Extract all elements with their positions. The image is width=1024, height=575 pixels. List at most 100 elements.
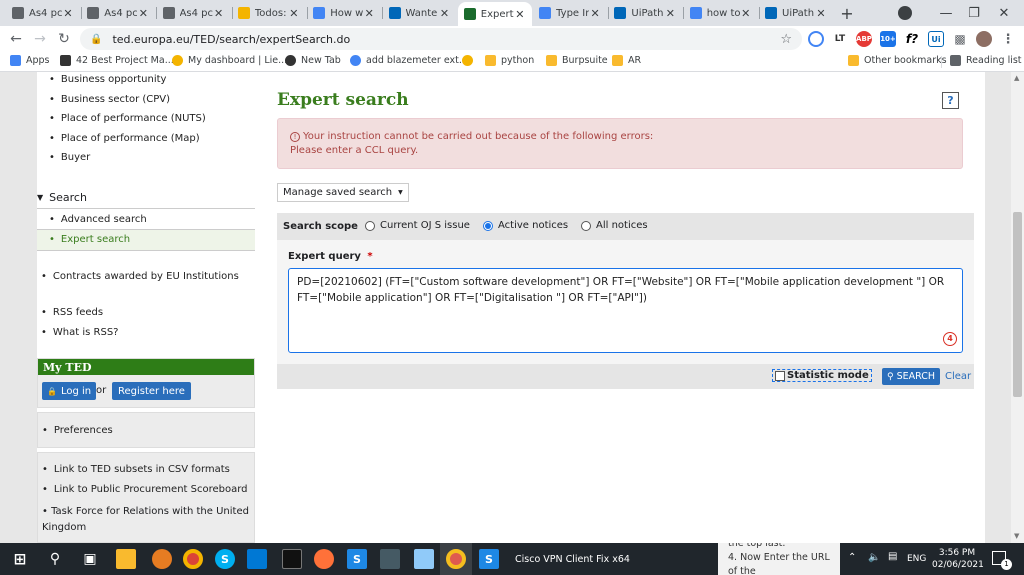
browser-tab[interactable]: As4 pc ✕	[157, 2, 231, 24]
what-is-rss-link[interactable]: What is RSS?	[41, 327, 119, 338]
preferences-link[interactable]: Preferences	[42, 425, 113, 436]
tab-search-icon[interactable]	[898, 6, 912, 20]
login-button[interactable]: 🔒 Log in	[42, 382, 97, 400]
bookmark-item[interactable]: 42 Best Project Ma...	[60, 55, 174, 66]
statistic-mode-toggle[interactable]: Statistic mode	[772, 369, 872, 382]
register-button[interactable]: Register here	[112, 382, 191, 400]
bookmark-item[interactable]: New Tab	[285, 55, 341, 66]
close-window-icon[interactable]: ✕	[984, 0, 1024, 26]
browser-tab[interactable]: Wante ✕	[383, 2, 457, 24]
tab-close-icon[interactable]: ✕	[137, 7, 149, 20]
tab-close-icon[interactable]: ✕	[62, 7, 74, 20]
uk-taskforce-link[interactable]: • Task Force for Relations with the Unit…	[42, 504, 252, 536]
bookmark-item[interactable]: My dashboard | Lie...	[172, 55, 287, 66]
back-icon[interactable]: ←	[6, 29, 26, 49]
browser-tab[interactable]: How w ✕	[307, 2, 381, 24]
search-button[interactable]: ⚲ SEARCH	[882, 368, 941, 385]
expert-search-link[interactable]: Expert search	[49, 234, 130, 245]
app-icon-blue-s[interactable]: S	[347, 549, 367, 569]
bookmark-item[interactable]: Other bookmarks	[848, 55, 947, 66]
expert-query-textarea[interactable]: PD=[20210602] (FT=["Custom software deve…	[288, 268, 963, 353]
scrollbar-thumb[interactable]	[1013, 212, 1022, 397]
extension-icon-5[interactable]: f?	[904, 31, 920, 47]
terminal-icon[interactable]	[282, 549, 302, 569]
radio-selected-icon[interactable]	[483, 220, 493, 231]
tab-close-icon[interactable]: ✕	[664, 7, 676, 20]
bookmark-item[interactable]: Reading list	[950, 55, 1022, 66]
tab-close-icon[interactable]: ✕	[514, 8, 526, 21]
scroll-up-icon[interactable]: ▲	[1014, 74, 1019, 82]
scope-active-notices[interactable]: Active notices	[483, 220, 568, 231]
scroll-down-icon[interactable]: ▼	[1014, 532, 1019, 540]
clock[interactable]: 3:56 PM 02/06/2021	[932, 547, 984, 571]
menu-kebab-icon[interactable]: ⋮	[1000, 31, 1016, 47]
active-window-title[interactable]: Cisco VPN Client Fix x64	[515, 554, 630, 565]
language-indicator[interactable]: ENG	[907, 554, 926, 564]
bookmark-item[interactable]	[462, 55, 478, 66]
advanced-search-link[interactable]: Advanced search	[49, 214, 147, 225]
file-explorer-icon[interactable]	[116, 549, 136, 569]
sidebar-link[interactable]: Place of performance (Map)	[49, 133, 200, 144]
address-bar[interactable]: 🔒 ted.europa.eu/TED/search/expertSearch.…	[80, 28, 802, 50]
app-icon-grid[interactable]	[380, 549, 400, 569]
bookmark-item[interactable]: python	[485, 55, 534, 66]
page-scrollbar[interactable]: ▲ ▼	[1011, 72, 1024, 543]
tab-close-icon[interactable]: ✕	[288, 7, 300, 20]
browser-tab[interactable]: As4 pc ✕	[81, 2, 155, 24]
browser-tab[interactable]: As4 pc ✕	[6, 2, 80, 24]
search-icon[interactable]: ⚲	[45, 549, 65, 569]
bookmark-item[interactable]: AR	[612, 55, 641, 66]
search-section-heading[interactable]: ▼ Search	[37, 191, 87, 204]
reload-icon[interactable]: ↻	[54, 29, 74, 49]
sidebar-link[interactable]: Buyer	[49, 152, 90, 163]
bookmark-star-icon[interactable]: ☆	[780, 32, 792, 47]
windows-start-icon[interactable]: ⊞	[10, 549, 30, 569]
contracts-awarded-link[interactable]: Contracts awarded by EU Institutions	[41, 271, 239, 282]
extension-icon-6[interactable]: Ui	[928, 31, 944, 47]
scope-current-oj[interactable]: Current OJ S issue	[365, 220, 470, 231]
tab-close-icon[interactable]: ✕	[439, 7, 451, 20]
profile-avatar[interactable]	[976, 31, 992, 47]
browser-tab[interactable]: UiPath ✕	[608, 2, 682, 24]
rss-feeds-link[interactable]: RSS feeds	[41, 307, 103, 318]
tab-close-icon[interactable]: ✕	[815, 7, 827, 20]
scope-all-notices[interactable]: All notices	[581, 220, 648, 231]
browser-tab[interactable]: Todos: ✕	[232, 2, 306, 24]
procurement-scoreboard-link[interactable]: Link to Public Procurement Scoreboard	[42, 484, 248, 495]
app-icon-note[interactable]	[414, 549, 434, 569]
extension-icon-3[interactable]: ABP	[856, 31, 872, 47]
bookmark-item[interactable]: Apps	[10, 55, 50, 66]
bookmark-item[interactable]: Burpsuite	[546, 55, 608, 66]
extension-icon-4[interactable]: 10+	[880, 31, 896, 47]
sidebar-link[interactable]: Business opportunity	[49, 74, 167, 85]
clear-link[interactable]: Clear	[945, 371, 971, 382]
tab-close-icon[interactable]: ✕	[589, 7, 601, 20]
forward-icon[interactable]: →	[30, 29, 50, 49]
app-icon-paint[interactable]	[152, 549, 172, 569]
firefox-icon[interactable]	[314, 549, 334, 569]
tray-chevron-icon[interactable]: ⌃	[848, 552, 856, 563]
radio-icon[interactable]	[365, 220, 375, 231]
app-icon-active-s[interactable]: S	[479, 549, 499, 569]
vscode-icon[interactable]	[247, 549, 267, 569]
bookmark-item[interactable]: add blazemeter ext...	[350, 55, 468, 66]
task-view-icon[interactable]: ▣	[80, 549, 100, 569]
network-icon[interactable]: ▤	[888, 551, 897, 562]
extensions-puzzle-icon[interactable]: ▩	[952, 31, 968, 47]
extension-icon-2[interactable]: LT	[832, 31, 848, 47]
radio-icon[interactable]	[581, 220, 591, 231]
sidebar-link[interactable]: Business sector (CPV)	[49, 94, 170, 105]
browser-tab[interactable]: UiPath ✕	[759, 2, 833, 24]
checkbox-icon[interactable]	[775, 370, 785, 381]
speaker-icon[interactable]: 🔈	[868, 552, 880, 563]
csv-subsets-link[interactable]: Link to TED subsets in CSV formats	[42, 464, 230, 475]
browser-tab[interactable]: Type Ir ✕	[533, 2, 607, 24]
help-button[interactable]: ?	[942, 92, 959, 109]
grammar-check-badge[interactable]: 4	[943, 332, 957, 346]
chrome-icon[interactable]	[183, 549, 203, 569]
browser-tab[interactable]: how to ✕	[684, 2, 758, 24]
tab-close-icon[interactable]: ✕	[213, 7, 225, 20]
manage-saved-search-dropdown[interactable]: Manage saved search ▼	[277, 183, 409, 202]
skype-icon[interactable]: S	[215, 549, 235, 569]
new-tab-button[interactable]: +	[838, 3, 856, 23]
